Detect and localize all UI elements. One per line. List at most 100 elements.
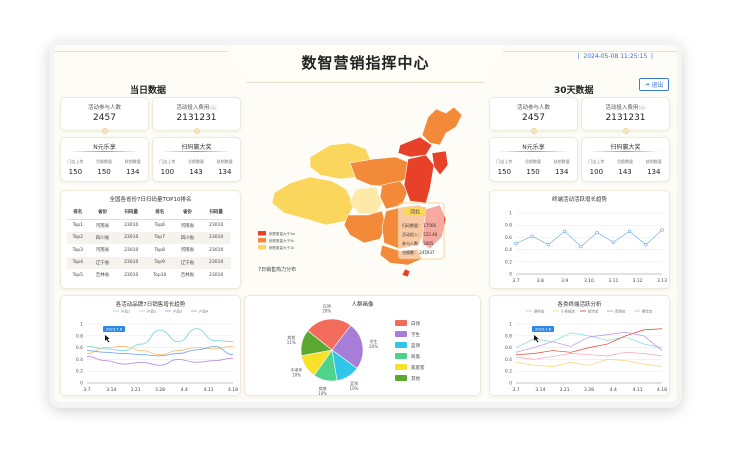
divider xyxy=(69,151,140,152)
stat-title: N元乐享 xyxy=(93,144,116,151)
header-line-left xyxy=(54,51,234,52)
y-tick-label: 0.2 xyxy=(505,369,512,375)
slice-pct: 20% xyxy=(369,344,378,349)
table-cell: 23010 xyxy=(116,256,147,269)
table-row: Top1 河南省 23010 Top6 河南省 23010 xyxy=(67,219,231,232)
left-stat-nyuan: N元乐享 门店上传 兑换数量 核销数量 150 150 134 xyxy=(60,137,149,182)
dashboard-screen: 数智营销指挥中心 | 2024-05-08 11:25:15 | ⇥ 退出 当日… xyxy=(54,45,677,402)
legend-label: 便利店 xyxy=(534,309,545,314)
table-cell: 23010 xyxy=(209,247,224,253)
x-tick-label: 4.4 xyxy=(181,387,188,393)
exit-icon: ⇥ xyxy=(644,81,650,88)
x-tick-label: 3.13 xyxy=(657,278,667,284)
divider xyxy=(590,151,661,152)
y-tick-label: 0.8 xyxy=(505,333,512,339)
header-line-right xyxy=(497,51,677,52)
table-cell: 四川省 xyxy=(173,231,202,244)
kpi-connector-dot xyxy=(530,128,537,134)
data-point xyxy=(644,243,648,247)
table-cell: Top6 xyxy=(154,223,165,228)
divider xyxy=(498,151,569,152)
legend-label: 产品2 xyxy=(147,309,156,314)
rank-table: 排名 省份 扫码量 排名 省份 扫码量 Top1 河南省 23010 Top6 河南省 2… xyxy=(67,206,231,282)
crowd-portrait-panel: 人群画像 白领 20% 学生 20% 蓝领 10% 商旅 10% 中老年 10% 其他 11% 白领 学生… xyxy=(244,295,481,396)
y-tick-label: 0.8 xyxy=(505,223,512,229)
stat-value: 100 xyxy=(160,168,175,176)
stat-value: 150 xyxy=(497,168,512,176)
table-cell: Top9 xyxy=(146,256,174,269)
brand-trend-chart: 0 0.2 0.4 0.6 0.8 1 3.7 3.14 3.21 3.28 4.4 4.11 4.18… xyxy=(76,309,238,394)
right-stat-scan: 扫码赢大奖 门店上传 兑换数量 核销数量 100 143 134 xyxy=(581,137,670,182)
slice-pct: 10% xyxy=(350,386,359,391)
legend-label: 其他 xyxy=(411,375,420,382)
stat-label: 门店上传 xyxy=(588,159,605,164)
y-tick-label: 0.6 xyxy=(505,235,512,241)
table-cell: 23010 xyxy=(201,231,231,244)
stat-value: 150 xyxy=(68,168,83,176)
series-line xyxy=(515,351,663,360)
datetime-text: 2024-05-08 11:25:15 xyxy=(583,53,648,60)
y-tick-label: 0 xyxy=(80,381,83,387)
stat-value: 150 xyxy=(97,168,111,176)
kpi-connector-dot xyxy=(101,128,108,134)
legend-swatch xyxy=(395,353,407,359)
stat-label: 门店上传 xyxy=(496,159,513,164)
legend-swatch xyxy=(395,331,407,337)
kpi-unit: (元) xyxy=(209,105,217,110)
x-tick-label: 3.21 xyxy=(560,387,570,393)
left-section-title: 当日数据 xyxy=(130,86,167,96)
legend-label: 餐饮店 xyxy=(642,309,653,314)
y-tick-label: 0.2 xyxy=(505,259,512,265)
table-cell: 23010 xyxy=(201,256,231,269)
x-tick-label: 3.28 xyxy=(155,387,165,393)
stat-value: 134 xyxy=(647,168,661,176)
legend-label: 销售数量大于1k xyxy=(269,245,295,250)
tooltip-row: 活动投入： 522.46 xyxy=(402,231,438,237)
x-tick-label: 3.14 xyxy=(535,387,545,393)
y-tick-label: 1 xyxy=(509,211,512,217)
kpi-label-text: 活动投入费用 xyxy=(605,105,639,111)
y-tick-label: 0.6 xyxy=(76,345,83,351)
table-cell: 吉林省 xyxy=(95,273,110,279)
legend-label: 产品4 xyxy=(199,309,209,314)
data-point xyxy=(514,241,518,246)
tooltip-title: 河北 xyxy=(410,209,420,216)
table-cell: 辽宁省 xyxy=(173,256,202,269)
stat-title: N元乐享 xyxy=(522,144,545,151)
left-stat-scan: 扫码赢大奖 门店上传 兑换数量 核销数量 100 143 134 xyxy=(152,137,241,182)
table-cell: 河南省 xyxy=(95,223,110,229)
table-cell: 四川省 xyxy=(88,231,117,244)
y-tick-label: 0 xyxy=(509,381,512,387)
left-kpi-participants: 活动参与人数 2457 xyxy=(60,97,149,134)
legend-label: 学生 xyxy=(411,331,420,338)
column-header: 省份 xyxy=(173,206,202,220)
stat-label: 核销数量 xyxy=(645,159,662,164)
exit-button[interactable]: ⇥ 退出 xyxy=(639,78,669,91)
slice-pct: 10% xyxy=(318,391,327,396)
table-row: Top4 辽宁省 23010 Top9 辽宁省 23010 xyxy=(67,256,231,269)
kpi-connector-dot xyxy=(193,128,200,134)
right-stat-nyuan: N元乐享 门店上传 兑换数量 核销数量 150 150 134 xyxy=(489,137,578,182)
province-shape xyxy=(431,150,449,176)
cursor-icon xyxy=(534,335,539,343)
x-tick-label: 3.10 xyxy=(584,278,594,284)
cursor-icon xyxy=(105,335,110,343)
kpi-label: 活动参与人数 xyxy=(516,105,550,111)
stat-label: 核销数量 xyxy=(216,159,233,164)
right-section-title: 30天数据 xyxy=(554,86,594,96)
y-tick-label: 0 xyxy=(509,272,512,278)
tooltip-row: 兑换数： 245937 xyxy=(402,249,435,255)
table-cell: 23010 xyxy=(116,231,147,244)
left-kpi-cost: 活动投入费用(元) 2131231 xyxy=(152,97,241,134)
kpi-label: 活动投入费用(元) xyxy=(582,103,669,111)
slice-pct: 20% xyxy=(322,308,331,313)
column-header: 排名 xyxy=(146,206,174,220)
table-cell: Top10 xyxy=(153,272,167,278)
x-tick-label: 3.7 xyxy=(512,387,519,393)
table-cell: 河南省 xyxy=(95,248,110,254)
x-tick-label: 3.12 xyxy=(633,278,643,284)
y-tick-label: 1 xyxy=(509,322,512,328)
table-cell: 23010 xyxy=(209,272,224,278)
y-tick-label: 1 xyxy=(80,322,83,328)
rank-panel: 全国各省份7日扫码量TOP10排名 排名 省份 扫码量 排名 省份 扫码量 To… xyxy=(60,190,241,289)
